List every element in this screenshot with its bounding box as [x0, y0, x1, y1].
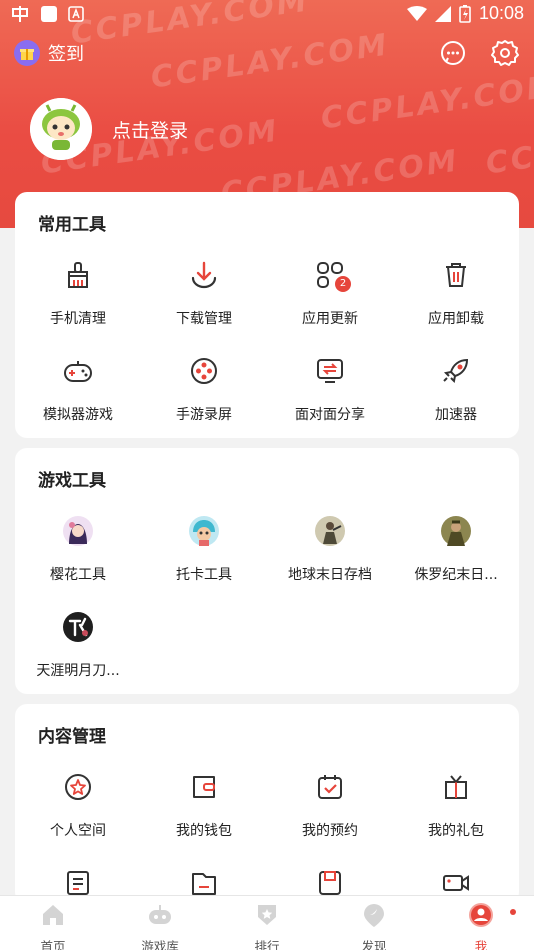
game-tool-jurassic[interactable]: 侏罗纪末日... — [393, 514, 519, 594]
tool-phone-clean[interactable]: 手机清理 — [15, 258, 141, 338]
mascot-avatar-icon — [30, 98, 92, 160]
film-reel-icon — [191, 358, 217, 384]
game-tool-sakura[interactable]: 樱花工具 — [15, 514, 141, 594]
section-title: 常用工具 — [38, 215, 106, 235]
calendar-check-icon — [318, 775, 342, 799]
document-icon — [67, 871, 89, 895]
status-bar: 10:08 — [0, 0, 534, 28]
signin-label: 签到 — [48, 44, 84, 65]
status-time: 10:08 — [478, 3, 524, 23]
tool-face-to-face-share[interactable]: 面对面分享 — [267, 354, 393, 434]
game-tools-card: 游戏工具 樱花工具 托卡工具 地球末日存档 侏罗纪末日... 天涯明月刀... — [15, 448, 519, 694]
update-count-badge: 2 — [335, 276, 351, 292]
tab-me[interactable]: 我 — [428, 902, 534, 950]
home-icon — [43, 905, 63, 925]
gamepad-icon — [64, 361, 92, 382]
game-tool-earth-last-day[interactable]: 地球末日存档 — [267, 514, 393, 594]
share-screen-icon — [317, 359, 343, 383]
toca-game-icon — [189, 516, 219, 546]
folder-icon — [192, 873, 216, 895]
common-tools-card: 常用工具 手机清理 下载管理 2 应用更新 应用卸载 模拟器游戏 手游录屏 面对… — [15, 192, 519, 438]
message-icon[interactable] — [438, 38, 468, 68]
top-bar: 签到 — [0, 36, 534, 72]
content-my-reservations[interactable]: 我的预约 — [267, 770, 393, 850]
broom-icon — [68, 262, 88, 288]
wifi-icon — [406, 5, 427, 21]
content-personal-space[interactable]: 个人空间 — [15, 770, 141, 850]
tool-download-manager[interactable]: 下载管理 — [141, 258, 267, 338]
avatar[interactable] — [30, 98, 92, 160]
settings-gear-icon[interactable] — [490, 38, 520, 68]
tool-app-uninstall[interactable]: 应用卸载 — [393, 258, 519, 338]
signal-icon — [434, 5, 451, 22]
tool-emulator-games[interactable]: 模拟器游戏 — [15, 354, 141, 434]
discover-icon — [364, 904, 384, 927]
app-notification-icon — [12, 6, 28, 22]
content-my-gifts[interactable]: 我的礼包 — [393, 770, 519, 850]
rocket-icon — [443, 358, 469, 384]
download-icon — [191, 261, 217, 289]
tab-ranking[interactable]: 排行 — [214, 902, 320, 950]
content-my-wallet[interactable]: 我的钱包 — [141, 770, 267, 850]
ranking-icon — [258, 905, 276, 925]
game-library-icon — [149, 905, 171, 924]
star-badge-icon — [65, 774, 91, 800]
section-title: 内容管理 — [38, 727, 106, 747]
signin-button[interactable]: 签到 — [14, 40, 84, 66]
tool-app-update[interactable]: 2 应用更新 — [267, 258, 393, 338]
bottom-tab-bar: 首页 游戏库 排行 发现 我 — [0, 895, 534, 950]
tab-game-library[interactable]: 游戏库 — [107, 902, 213, 950]
video-icon — [443, 875, 469, 891]
login-prompt[interactable]: 点击登录 — [112, 116, 188, 143]
tianya-game-icon — [63, 612, 93, 642]
jurassic-game-icon — [441, 516, 471, 546]
notification-square-icon — [41, 6, 57, 22]
notification-dot — [510, 909, 516, 915]
game-tool-tianya[interactable]: 天涯明月刀... — [15, 610, 141, 690]
tool-accelerator[interactable]: 加速器 — [393, 354, 519, 434]
me-icon — [469, 903, 493, 927]
wallet-icon — [193, 776, 215, 798]
section-title: 游戏工具 — [38, 471, 106, 491]
gift-icon — [14, 40, 40, 66]
watermark: CCPLAY.COM — [483, 113, 534, 182]
trash-icon — [446, 263, 466, 287]
battery-icon — [459, 4, 471, 23]
gift-box-icon — [445, 775, 467, 799]
font-notification-icon — [68, 6, 84, 22]
earth-last-day-game-icon — [315, 516, 345, 546]
sakura-game-icon — [63, 516, 93, 546]
login-area[interactable]: 点击登录 — [30, 98, 188, 160]
game-tool-toca[interactable]: 托卡工具 — [141, 514, 267, 594]
content-management-card: 内容管理 个人空间 我的钱包 我的预约 我的礼包 — [15, 704, 519, 904]
watermark: CCPLAY.COM — [318, 68, 534, 137]
tab-home[interactable]: 首页 — [0, 902, 106, 950]
tab-discover[interactable]: 发现 — [321, 902, 427, 950]
save-icon — [319, 871, 341, 895]
tool-screen-record[interactable]: 手游录屏 — [141, 354, 267, 434]
